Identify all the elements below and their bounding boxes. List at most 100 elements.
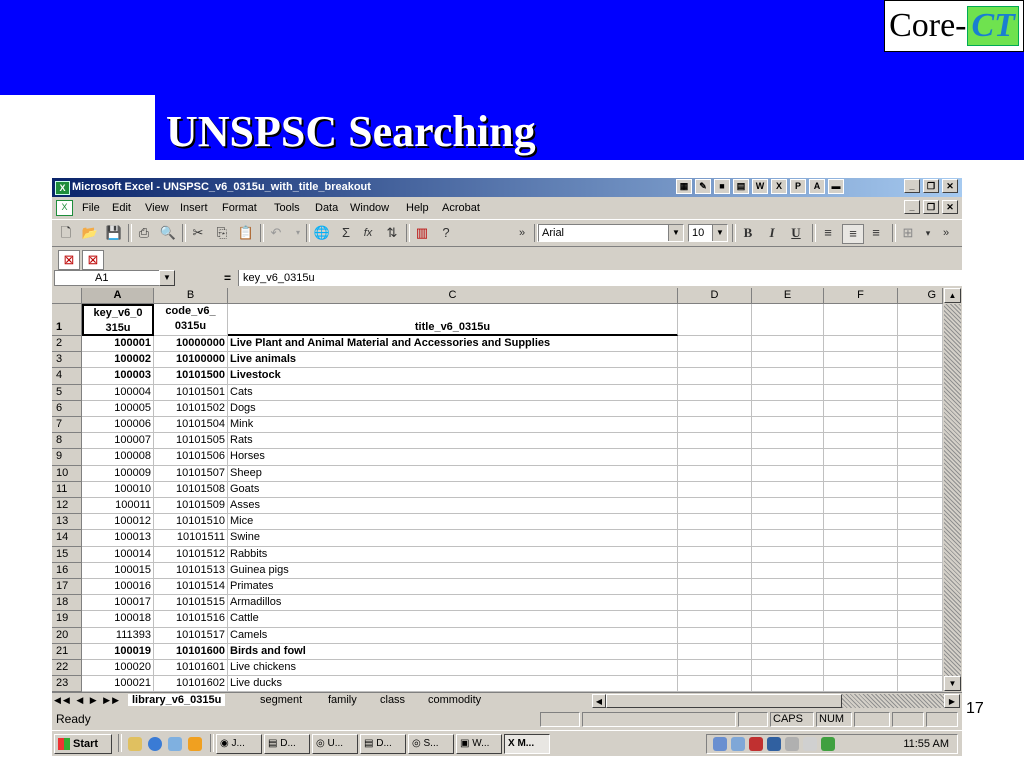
tray-icon[interactable] <box>713 737 727 751</box>
row-header[interactable]: 9 <box>52 449 82 466</box>
row-header[interactable]: 3 <box>52 352 82 369</box>
header-cell-key[interactable]: key_v6_0 315u <box>82 304 154 336</box>
cell-code[interactable]: 10101600 <box>154 643 228 660</box>
row-header[interactable]: 2 <box>52 336 82 353</box>
empty-cell[interactable] <box>898 546 943 563</box>
restore-icon[interactable]: ❐ <box>923 179 939 193</box>
empty-cell[interactable] <box>824 384 898 401</box>
italic-button[interactable]: I <box>762 224 782 242</box>
chevron-down-icon[interactable]: ▼ <box>668 225 683 241</box>
function-icon[interactable]: fx <box>358 224 378 242</box>
empty-cell[interactable] <box>678 433 752 450</box>
copy-icon[interactable]: ⎘ <box>212 224 232 242</box>
empty-cell[interactable] <box>678 498 752 515</box>
office-shortcut-icon[interactable]: ▬ <box>828 179 844 194</box>
empty-cell[interactable] <box>898 514 943 531</box>
cell-code[interactable]: 10101511 <box>154 530 228 547</box>
cell-title[interactable]: Horses <box>228 449 678 466</box>
empty-cell[interactable] <box>752 660 824 677</box>
empty-cell[interactable] <box>898 627 943 644</box>
cell-code[interactable]: 10101500 <box>154 368 228 385</box>
column-header-e[interactable]: E <box>752 288 824 304</box>
row-header[interactable]: 18 <box>52 595 82 612</box>
column-header-g[interactable]: G <box>898 288 943 304</box>
cell-key[interactable]: 100015 <box>82 562 154 579</box>
cell-title[interactable]: Goats <box>228 481 678 498</box>
empty-cell[interactable] <box>678 384 752 401</box>
desktop-icon[interactable] <box>128 737 142 751</box>
scroll-right-icon[interactable]: ▶ <box>944 694 960 708</box>
pdf-email-icon[interactable]: ⊠ <box>82 250 104 270</box>
empty-cell[interactable] <box>752 352 824 369</box>
empty-cell[interactable] <box>898 384 943 401</box>
hyperlink-icon[interactable]: 🌐 <box>312 224 332 242</box>
select-all-corner[interactable] <box>52 288 82 304</box>
empty-cell[interactable] <box>752 611 824 628</box>
cell-key[interactable]: 111393 <box>82 627 154 644</box>
internet-explorer-icon[interactable] <box>148 737 162 751</box>
cell-title[interactable]: Asses <box>228 498 678 515</box>
empty-cell[interactable] <box>678 595 752 612</box>
cell-title[interactable]: Cattle <box>228 611 678 628</box>
empty-cell[interactable] <box>678 514 752 531</box>
tray-icon[interactable] <box>767 737 781 751</box>
empty-cell[interactable] <box>824 304 898 336</box>
scroll-up-icon[interactable]: ▲ <box>944 288 961 303</box>
empty-cell[interactable] <box>898 595 943 612</box>
empty-cell[interactable] <box>678 643 752 660</box>
row-header[interactable]: 14 <box>52 530 82 547</box>
empty-cell[interactable] <box>824 579 898 596</box>
minimize-icon[interactable]: _ <box>904 200 920 214</box>
cell-code[interactable]: 10101502 <box>154 400 228 417</box>
autosum-icon[interactable]: Σ <box>336 224 356 242</box>
cell-code[interactable]: 10101515 <box>154 595 228 612</box>
scroll-left-icon[interactable]: ◀ <box>592 694 606 708</box>
menu-acrobat[interactable]: Acrobat <box>442 202 480 214</box>
cell-key[interactable]: 100008 <box>82 449 154 466</box>
cell-code[interactable]: 10101505 <box>154 433 228 450</box>
cell-title[interactable]: Live animals <box>228 352 678 369</box>
cell-key[interactable]: 100005 <box>82 400 154 417</box>
empty-cell[interactable] <box>898 530 943 547</box>
menu-insert[interactable]: Insert <box>180 202 208 214</box>
empty-cell[interactable] <box>824 417 898 434</box>
column-header-d[interactable]: D <box>678 288 752 304</box>
start-button[interactable]: Start <box>54 734 112 754</box>
empty-cell[interactable] <box>824 595 898 612</box>
empty-cell[interactable] <box>824 660 898 677</box>
new-document-icon[interactable]: 🗋 <box>56 224 76 242</box>
cell-key[interactable]: 100010 <box>82 481 154 498</box>
empty-cell[interactable] <box>752 562 824 579</box>
taskbar-task-active[interactable]: X M... <box>504 734 550 754</box>
empty-cell[interactable] <box>898 400 943 417</box>
empty-cell[interactable] <box>824 400 898 417</box>
cell-key[interactable]: 100012 <box>82 514 154 531</box>
empty-cell[interactable] <box>898 562 943 579</box>
empty-cell[interactable] <box>898 465 943 482</box>
empty-cell[interactable] <box>678 676 752 692</box>
word-icon[interactable]: W <box>752 179 768 194</box>
menu-data[interactable]: Data <box>315 202 338 214</box>
tab-library[interactable]: library_v6_0315u <box>128 694 226 706</box>
column-header-f[interactable]: F <box>824 288 898 304</box>
window-titlebar[interactable]: X Microsoft Excel - UNSPSC_v6_0315u_with… <box>52 178 962 197</box>
cell-code[interactable]: 10101507 <box>154 465 228 482</box>
empty-cell[interactable] <box>824 433 898 450</box>
cell-code[interactable]: 10101517 <box>154 627 228 644</box>
cell-code[interactable]: 10101602 <box>154 676 228 692</box>
taskbar-task[interactable]: ▤ D... <box>264 734 310 754</box>
row-header[interactable]: 17 <box>52 579 82 596</box>
column-header-a[interactable]: A <box>82 288 154 304</box>
cell-title[interactable]: Camels <box>228 627 678 644</box>
taskbar-task[interactable]: ◎ S... <box>408 734 454 754</box>
empty-cell[interactable] <box>898 676 943 692</box>
menu-view[interactable]: View <box>145 202 169 214</box>
empty-cell[interactable] <box>678 352 752 369</box>
pdf-convert-icon[interactable]: ⊠ <box>58 250 80 270</box>
row-header[interactable]: 7 <box>52 417 82 434</box>
cell-title[interactable]: Birds and fowl <box>228 643 678 660</box>
empty-cell[interactable] <box>752 579 824 596</box>
empty-cell[interactable] <box>898 368 943 385</box>
row-header[interactable]: 19 <box>52 611 82 628</box>
empty-cell[interactable] <box>824 449 898 466</box>
